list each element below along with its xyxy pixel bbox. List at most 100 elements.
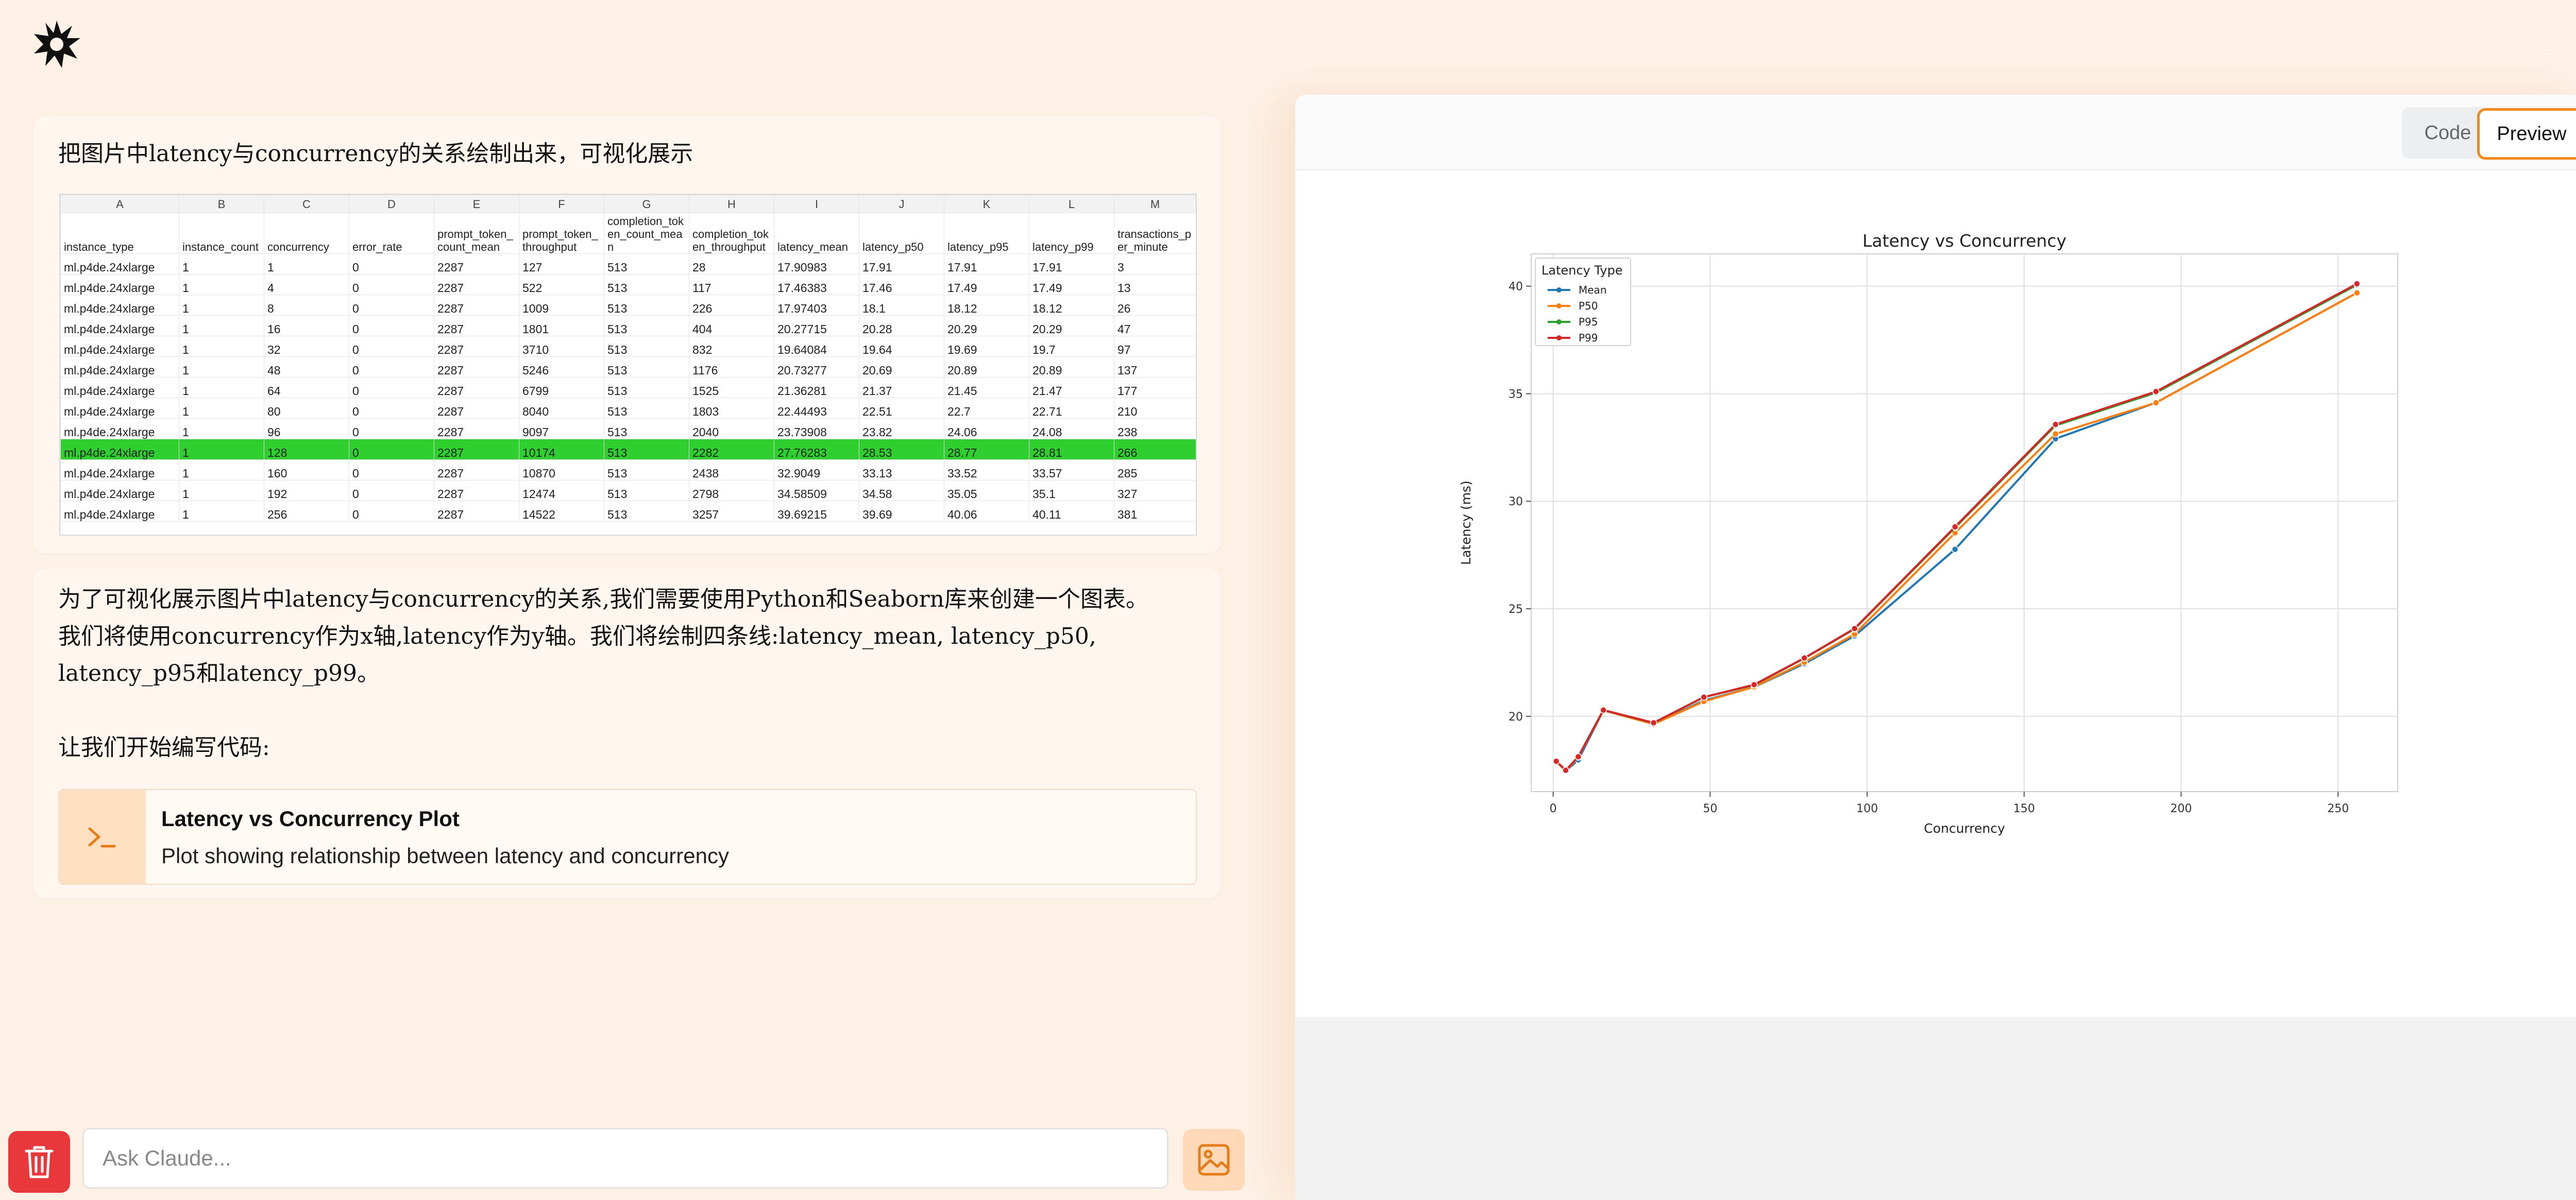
table-cell: 0 — [349, 398, 434, 419]
table-cell: 16 — [264, 315, 349, 336]
table-cell: 17.49 — [944, 274, 1029, 295]
table-cell: 28.81 — [1029, 439, 1114, 460]
data-point — [1801, 654, 1808, 662]
table-cell: 117 — [689, 274, 774, 295]
table-cell: 23.73908 — [774, 418, 859, 439]
table-cell: completion_token_throughput — [689, 213, 774, 254]
legend-label-mean: Mean — [1579, 284, 1607, 296]
table-cell: I — [774, 195, 859, 213]
table-cell: L — [1029, 195, 1114, 213]
table-cell: 513 — [604, 315, 689, 336]
table-cell: concurrency — [264, 213, 349, 254]
table-cell: 2287 — [434, 459, 519, 481]
table-cell: latency_p99 — [1029, 213, 1114, 254]
column-letter-row: ABCDEFGHIJKLM — [60, 195, 1196, 213]
table-cell: 2287 — [434, 315, 519, 336]
table-cell: 1 — [264, 253, 349, 275]
table-cell: 24.08 — [1029, 418, 1114, 439]
data-point — [1574, 753, 1582, 761]
table-cell: completion_token_count_mean — [604, 213, 689, 254]
table-row: ml.p4de.24xlarge 1 4 0 2287 522 513 117 17.46383… — [60, 274, 1196, 295]
spreadsheet-image: A B C D E F G H I J K L Minstance_type instance_count… — [59, 194, 1197, 536]
table-cell: 256 — [264, 501, 349, 522]
table-cell: 127 — [519, 253, 604, 275]
table-row: ml.p4de.24xlarge 1 32 0 2287 3710 513 832 19.640… — [60, 336, 1196, 357]
table-cell: 2287 — [434, 398, 519, 419]
table-cell: ml.p4de.24xlarge — [60, 501, 179, 522]
table-cell: 39.69215 — [774, 501, 859, 522]
table-cell: 48 — [264, 356, 349, 378]
table-cell: transactions_per_minute — [1114, 213, 1196, 254]
table-cell: ml.p4de.24xlarge — [60, 480, 179, 501]
table-cell: 2287 — [434, 253, 519, 275]
table-cell: 0 — [349, 253, 434, 275]
table-cell: 1 — [179, 480, 264, 501]
data-point — [1562, 766, 1569, 774]
table-cell: 20.29 — [1029, 315, 1114, 336]
table-cell: 19.69 — [944, 336, 1029, 357]
data-point — [1650, 719, 1657, 727]
table-cell: 0 — [349, 356, 434, 378]
table-cell: 20.89 — [1029, 356, 1114, 378]
legend-marker-mean — [1556, 287, 1562, 293]
table-cell: 0 — [349, 439, 434, 460]
table-cell: 28 — [689, 253, 774, 275]
table-cell: 24.06 — [944, 418, 1029, 439]
table-cell: 20.27715 — [774, 315, 859, 336]
table-cell: 12474 — [519, 480, 604, 501]
table-cell: 17.97403 — [774, 295, 859, 316]
table-cell: 18.12 — [1029, 295, 1114, 316]
x-tick-label: 200 — [2171, 802, 2192, 815]
assistant-paragraph-line: 为了可视化展示图片中latency与concurrency的关系,我们需要使用P… — [58, 586, 1148, 612]
tab-preview[interactable]: Preview — [2477, 108, 2576, 160]
delete-button[interactable] — [8, 1131, 70, 1193]
preview-area: 0 50 100 150 200 250 20 25 30 35 40 Latency vs Conc… — [1295, 170, 2576, 1017]
table-cell: 238 — [1114, 418, 1196, 439]
table-cell: 513 — [604, 377, 689, 398]
table-cell: 14522 — [519, 501, 604, 522]
table-cell: 2798 — [689, 480, 774, 501]
table-row: ml.p4de.24xlarge 1 256 0 2287 14522 513 3257 39.… — [60, 501, 1196, 522]
table-cell: 21.45 — [944, 377, 1029, 398]
artifact-card[interactable]: Latency vs Concurrency Plot Plot showing… — [58, 789, 1197, 885]
table-cell: 17.90983 — [774, 253, 859, 275]
table-row: ml.p4de.24xlarge 1 64 0 2287 6799 513 1525 21.36… — [60, 377, 1196, 398]
y-tick-label: 25 — [1509, 603, 1523, 616]
table-cell: 39.69 — [859, 501, 944, 522]
table-cell: 17.46383 — [774, 274, 859, 295]
table-cell: 160 — [264, 459, 349, 481]
table-cell: 40.06 — [944, 501, 1029, 522]
legend-marker-p95 — [1556, 319, 1562, 324]
table-cell: 2287 — [434, 295, 519, 316]
table-cell: 17.46 — [859, 274, 944, 295]
artifact-preview-panel: Code Preview 0 50 100 150 200 250 20 25 30 35 40 La… — [1295, 95, 2576, 1200]
table-cell: 5246 — [519, 356, 604, 378]
artifact-title: Latency vs Concurrency Plot — [161, 807, 460, 831]
ask-input[interactable] — [82, 1128, 1168, 1189]
table-cell: 19.64 — [859, 336, 944, 357]
data-point — [2152, 399, 2160, 406]
table-cell: 513 — [604, 418, 689, 439]
assistant-paragraph-line: latency_p95和latency_p99。 — [58, 660, 380, 687]
table-cell: 285 — [1114, 459, 1196, 481]
table-row: ml.p4de.24xlarge 1 96 0 2287 9097 513 2040 23.73… — [60, 418, 1196, 439]
table-cell: 1 — [179, 356, 264, 378]
table-cell: ml.p4de.24xlarge — [60, 418, 179, 439]
table-cell: G — [604, 195, 689, 213]
table-cell: 0 — [349, 459, 434, 481]
table-cell: 35.05 — [944, 480, 1029, 501]
table-cell: 40.11 — [1029, 501, 1114, 522]
table-cell: 28.53 — [859, 439, 944, 460]
table-cell: latency_p50 — [859, 213, 944, 254]
table-cell: 513 — [604, 274, 689, 295]
upload-image-button[interactable] — [1183, 1129, 1245, 1191]
data-point — [2152, 388, 2160, 396]
table-cell: 2287 — [434, 336, 519, 357]
table-cell: 1 — [179, 501, 264, 522]
table-cell: ml.p4de.24xlarge — [60, 295, 179, 316]
table-cell: 2287 — [434, 418, 519, 439]
table-cell: 1 — [179, 315, 264, 336]
table-cell: 21.37 — [859, 377, 944, 398]
data-point — [1951, 523, 1959, 530]
table-cell: 35.1 — [1029, 480, 1114, 501]
